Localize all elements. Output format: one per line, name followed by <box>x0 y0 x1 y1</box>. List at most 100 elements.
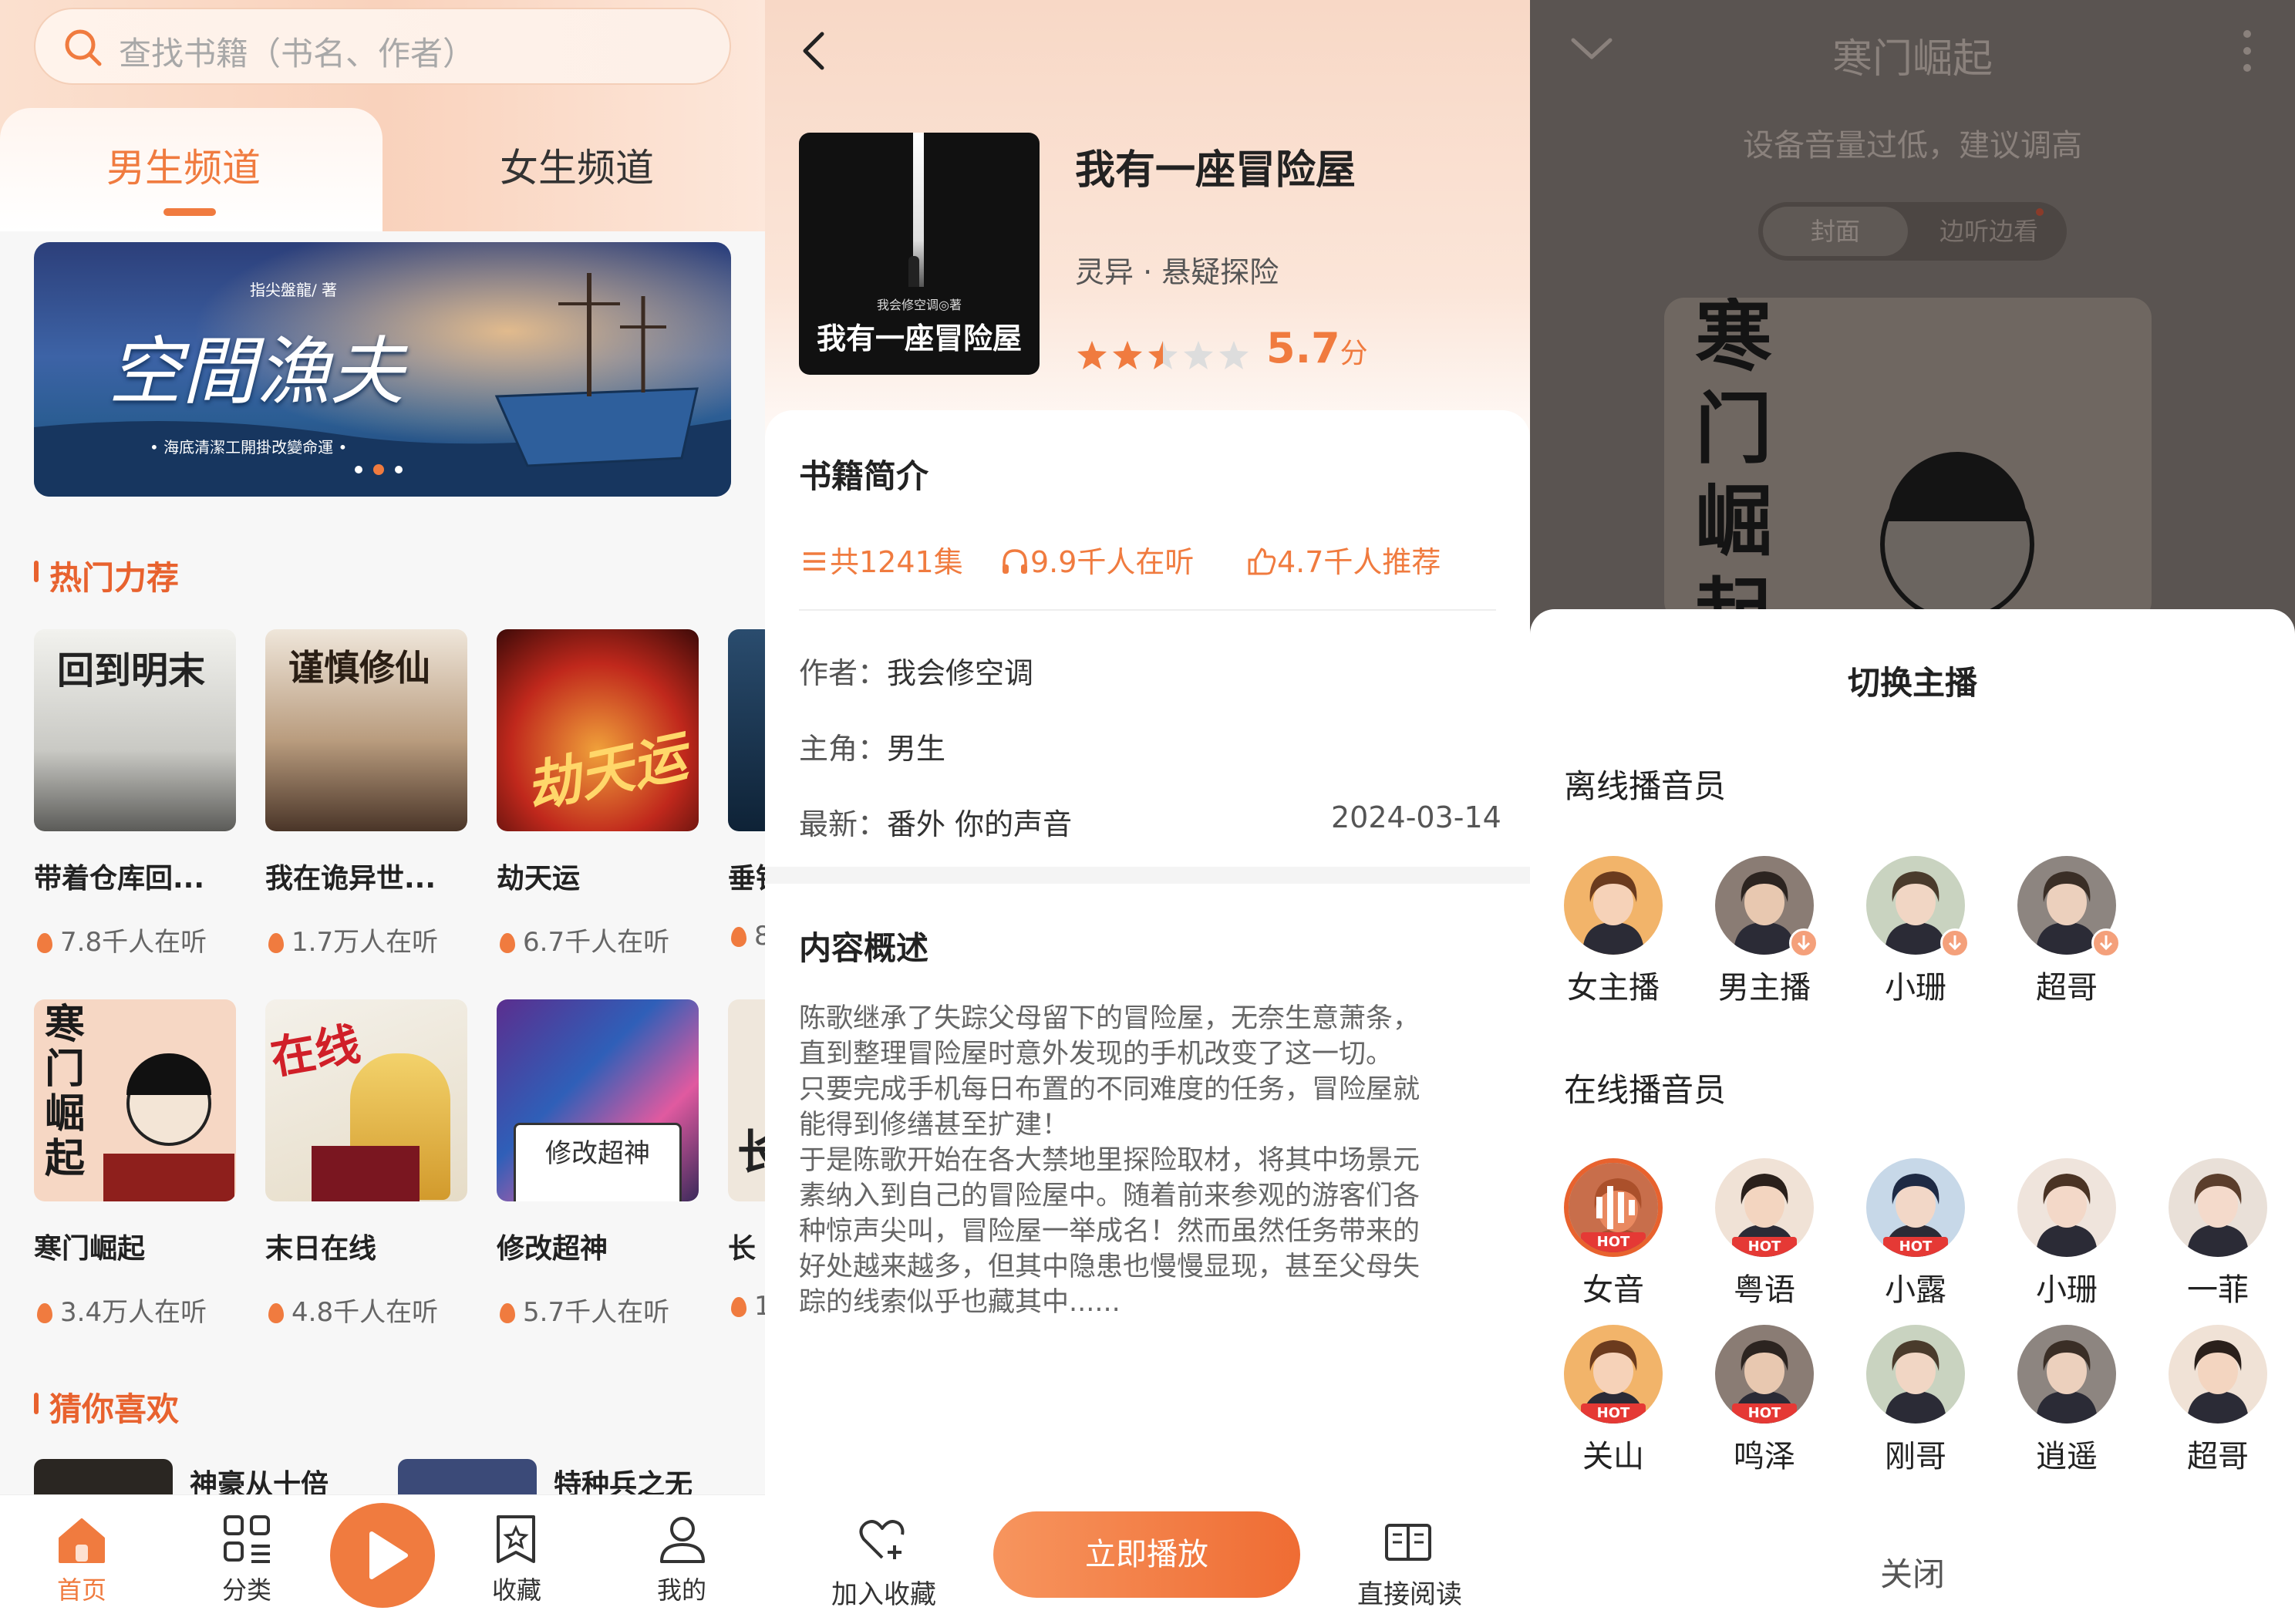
toggle-cover[interactable]: 封面 <box>1763 207 1908 256</box>
book-detail-screen: 我会修空调◎著 我有一座冒险屋 我有一座冒险屋 灵异 · 悬疑探险 5.7分 书… <box>765 0 1530 1624</box>
recommend-count: 4.7千人推荐 <box>1246 538 1441 581</box>
book-cover[interactable] <box>728 629 765 831</box>
book-name[interactable]: 长 <box>728 1226 756 1266</box>
narrator-name[interactable]: 粤语 <box>1695 1265 1834 1309</box>
star-icon <box>1148 341 1178 369</box>
intro-title: 书籍简介 <box>799 457 929 495</box>
book-name[interactable]: 带着仓库回... <box>34 856 204 896</box>
tab-male-channel[interactable]: 男生频道 <box>106 137 261 193</box>
hot-section-title: 热门力荐 <box>49 559 180 597</box>
book-cover[interactable]: 谨慎修仙 <box>265 629 467 831</box>
narrator-name[interactable]: 超哥 <box>2148 1431 2287 1476</box>
banner-title: 空間漁夫 <box>108 329 404 415</box>
narrator-avatar[interactable] <box>2169 1158 2267 1257</box>
carousel-dot-active[interactable] <box>373 464 384 475</box>
category-icon[interactable] <box>221 1512 275 1566</box>
listener-count: 5.7千人在听 <box>500 1291 669 1329</box>
narrator-avatar[interactable] <box>2017 1325 2116 1424</box>
carousel-dot[interactable] <box>395 466 403 473</box>
more-icon[interactable] <box>2239 28 2255 74</box>
book-name[interactable]: 修改超神 <box>497 1226 608 1266</box>
narrator-name[interactable]: 男主播 <box>1695 962 1834 1007</box>
book-cover[interactable]: 修改超神 <box>497 999 699 1201</box>
tab-female-channel[interactable]: 女生频道 <box>500 137 654 193</box>
download-icon <box>2091 928 2121 958</box>
book-name[interactable]: 寒门崛起 <box>34 1226 145 1266</box>
read-now-button[interactable]: 直接阅读 <box>1357 1573 1462 1611</box>
close-button[interactable]: 关闭 <box>1530 1548 2295 1595</box>
thumbs-up-icon <box>1246 546 1277 577</box>
narrator-name[interactable]: 鸣泽 <box>1695 1431 1834 1476</box>
star-icon <box>1219 341 1249 369</box>
hot-badge: HOT <box>1581 1403 1646 1424</box>
add-favorite-button[interactable]: 加入收藏 <box>831 1573 936 1611</box>
search-input[interactable]: 查找书籍（书名、作者） <box>34 8 731 85</box>
episode-count[interactable]: 共1241集 <box>799 538 963 581</box>
narrator-name[interactable]: 超哥 <box>1997 962 2136 1007</box>
notice-dot <box>2036 208 2044 216</box>
heart-add-icon[interactable] <box>858 1519 907 1562</box>
nav-home[interactable]: 首页 <box>28 1571 136 1606</box>
nav-mine[interactable]: 我的 <box>628 1571 736 1606</box>
narrator-avatar[interactable]: HOT <box>1715 1158 1814 1257</box>
nav-favorites[interactable]: 收藏 <box>463 1571 571 1606</box>
bookmark-icon[interactable] <box>489 1512 543 1566</box>
home-icon[interactable] <box>54 1512 110 1568</box>
download-icon <box>1940 928 1970 958</box>
tab-indicator <box>163 208 216 216</box>
book-cover[interactable]: 回到明末 <box>34 629 236 831</box>
narrator-name[interactable]: 逍遥 <box>1997 1431 2136 1476</box>
narrator-avatar[interactable] <box>1564 856 1663 955</box>
back-icon[interactable] <box>796 28 834 74</box>
star-icon <box>1113 341 1142 369</box>
narrator-name[interactable]: 刚哥 <box>1846 1431 1985 1476</box>
narrator-name[interactable]: 一菲 <box>2148 1265 2287 1309</box>
divider <box>799 609 1496 611</box>
book-cover[interactable]: 寒门崛起 <box>34 999 236 1201</box>
search-placeholder: 查找书籍（书名、作者） <box>119 35 476 72</box>
book-open-icon[interactable] <box>1383 1522 1433 1562</box>
book-cover[interactable]: 劫天运 <box>497 629 699 831</box>
book-category: 灵异 · 悬疑探险 <box>1075 255 1279 289</box>
latest-date: 2024-03-14 <box>1331 800 1501 834</box>
carousel-dot[interactable] <box>355 466 362 473</box>
listener-count: 3.4万人在听 <box>37 1291 207 1329</box>
narrator-avatar[interactable]: HOT <box>1564 1325 1663 1424</box>
player-cover: 寒门崛起 <box>1664 298 2152 622</box>
book-name[interactable]: 劫天运 <box>497 856 580 896</box>
nav-category[interactable]: 分类 <box>193 1571 301 1606</box>
book-title: 我有一座冒险屋 <box>1075 147 1356 194</box>
narrator-avatar[interactable]: HOT <box>1866 1158 1965 1257</box>
play-button[interactable] <box>330 1503 435 1608</box>
star-icon <box>1077 341 1107 369</box>
narrator-name[interactable]: 女音 <box>1544 1265 1683 1309</box>
listener-count: 8 <box>731 921 765 952</box>
book-cover[interactable]: 在线 <box>265 999 467 1201</box>
narrator-name[interactable]: 小珊 <box>1846 962 1985 1007</box>
volume-tip: 设备音量过低，建议调高 <box>1743 128 2082 163</box>
narrator-avatar[interactable] <box>2017 1158 2116 1257</box>
book-name[interactable]: 我在诡异世... <box>265 856 436 896</box>
latest-row[interactable]: 最新：番外 你的声音 <box>799 800 1072 843</box>
profile-icon[interactable] <box>655 1512 709 1566</box>
banner-carousel[interactable]: 指尖盤龍/ 著 空間漁夫 • 海底清潔工開掛改變命運 • <box>34 242 731 497</box>
listener-count: 1 <box>731 1291 765 1322</box>
detail-cover: 我会修空调◎著 我有一座冒险屋 <box>799 133 1040 375</box>
player-title: 寒门崛起 <box>1832 36 1993 83</box>
download-icon <box>1789 928 1818 958</box>
book-cover[interactable]: 长 <box>728 999 765 1201</box>
narrator-avatar[interactable]: HOT <box>1715 1325 1814 1424</box>
narrator-avatar[interactable] <box>2169 1325 2267 1424</box>
play-now-button[interactable]: 立即播放 <box>993 1511 1300 1598</box>
bottom-nav: 首页 分类 收藏 我的 <box>0 1494 765 1624</box>
narrator-name[interactable]: 小露 <box>1846 1265 1985 1309</box>
section-gap <box>765 867 1530 884</box>
narrator-avatar[interactable]: HOT <box>1564 1158 1663 1257</box>
narrator-name[interactable]: 小珊 <box>1997 1265 2136 1309</box>
flame-icon <box>268 1303 284 1323</box>
narrator-avatar[interactable] <box>1866 1325 1965 1424</box>
book-name[interactable]: 垂钓 <box>728 856 765 896</box>
narrator-name[interactable]: 女主播 <box>1544 962 1683 1007</box>
book-name[interactable]: 末日在线 <box>265 1226 376 1266</box>
narrator-name[interactable]: 关山 <box>1544 1431 1683 1476</box>
